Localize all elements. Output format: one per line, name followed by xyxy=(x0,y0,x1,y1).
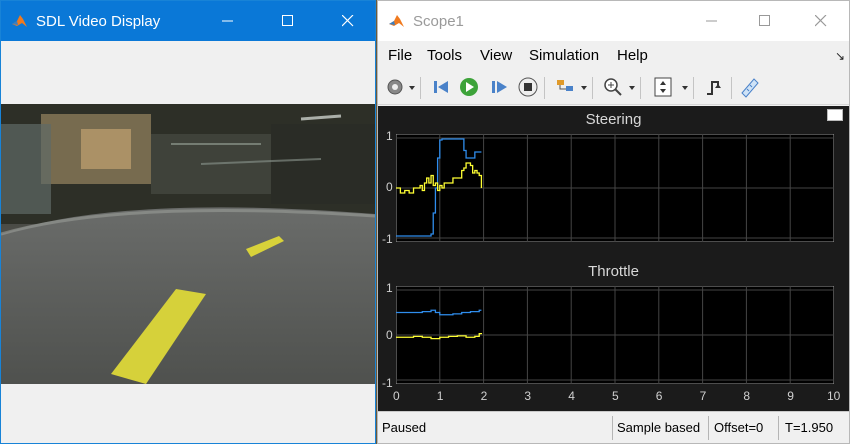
toolbar-separator xyxy=(731,77,732,99)
close-icon xyxy=(342,15,354,27)
steering-ytick-1: 1 xyxy=(386,129,393,143)
triggers-icon[interactable] xyxy=(703,76,725,98)
x-tick-label: 2 xyxy=(480,389,488,403)
x-tick-label: 3 xyxy=(524,389,532,403)
maximize-icon xyxy=(282,15,293,26)
steering-plot[interactable] xyxy=(396,134,834,242)
matlab-logo-icon xyxy=(389,15,404,27)
toolbar-separator xyxy=(640,77,641,99)
toolbar-separator xyxy=(592,77,593,99)
run-icon[interactable] xyxy=(458,76,480,98)
sdl-title-bar[interactable]: SDL Video Display xyxy=(1,1,375,41)
highlight-icon[interactable] xyxy=(554,76,576,98)
maximize-button[interactable] xyxy=(265,1,311,41)
throttle-plot[interactable] xyxy=(396,286,834,384)
menu-simulation[interactable]: Simulation xyxy=(529,47,599,64)
zoom-in-icon[interactable] xyxy=(602,76,624,98)
toolbar-separator xyxy=(420,77,421,99)
x-tick-label: 0 xyxy=(393,389,400,403)
step-forward-icon[interactable] xyxy=(488,76,510,98)
status-separator xyxy=(612,416,613,440)
menu-help[interactable]: Help xyxy=(617,47,648,64)
menu-tools[interactable]: Tools xyxy=(427,47,462,64)
x-tick-label: 10 xyxy=(827,389,841,403)
toolbar-separator xyxy=(693,77,694,99)
status-separator xyxy=(708,416,709,440)
chevron-down-icon[interactable] xyxy=(629,86,635,90)
x-tick-label: 6 xyxy=(655,389,663,403)
stop-icon[interactable] xyxy=(517,76,539,98)
close-button[interactable] xyxy=(325,1,371,41)
minimize-button[interactable] xyxy=(205,1,251,41)
menu-view[interactable]: View xyxy=(480,47,512,64)
scope-title-bar[interactable]: Scope1 xyxy=(378,1,849,41)
menu-file[interactable]: File xyxy=(388,47,412,64)
minimize-button[interactable] xyxy=(689,1,735,41)
steering-ytick-0: 0 xyxy=(386,180,393,194)
step-back-icon[interactable] xyxy=(430,76,452,98)
scope-window: Scope1 File Tools View Simulation Help ↘ xyxy=(377,0,850,444)
minimize-icon xyxy=(222,20,233,22)
dock-arrow-icon[interactable]: ↘ xyxy=(835,49,845,63)
chevron-down-icon[interactable] xyxy=(581,86,587,90)
maximize-icon xyxy=(759,15,770,26)
x-tick-label: 7 xyxy=(699,389,707,403)
status-bar: Paused Sample based Offset=0 T=1.950 xyxy=(378,411,849,443)
x-tick-label: 4 xyxy=(568,389,575,403)
status-separator xyxy=(778,416,779,440)
steering-ytick-neg1: -1 xyxy=(382,232,393,246)
video-frame xyxy=(1,104,375,384)
scope-window-title: Scope1 xyxy=(413,13,464,30)
status-state: Paused xyxy=(382,420,427,435)
chevron-down-icon[interactable] xyxy=(409,86,415,90)
maximize-button[interactable] xyxy=(742,1,788,41)
camera-image xyxy=(1,104,375,384)
status-mode: Sample based xyxy=(617,420,701,435)
menu-bar: File Tools View Simulation Help ↘ xyxy=(378,41,849,69)
x-tick-label: 1 xyxy=(436,389,444,403)
close-icon xyxy=(815,15,827,27)
throttle-ytick-1: 1 xyxy=(386,281,393,295)
sdl-window-title: SDL Video Display xyxy=(36,13,161,30)
x-tick-label: 8 xyxy=(743,389,751,403)
matlab-logo-icon xyxy=(12,15,27,27)
x-tick-label: 5 xyxy=(612,389,619,403)
close-button[interactable] xyxy=(798,1,844,41)
x-tick-label: 9 xyxy=(787,389,794,403)
toolbar-separator xyxy=(544,77,545,99)
gear-icon[interactable] xyxy=(384,76,406,98)
status-time: T=1.950 xyxy=(785,420,834,435)
scale-axes-icon[interactable] xyxy=(652,76,674,98)
throttle-ytick-0: 0 xyxy=(386,328,393,342)
measurements-icon[interactable] xyxy=(739,76,761,98)
status-offset: Offset=0 xyxy=(714,420,764,435)
plot-area: Steering 1 0 -1 Throttle 1 0 -1 0 1 2 3 4 5 6 7… xyxy=(378,106,849,411)
sdl-video-window: SDL Video Display xyxy=(0,0,376,444)
steering-axis-title: Steering xyxy=(585,111,642,128)
toolbar xyxy=(378,71,849,105)
minimize-icon xyxy=(706,20,717,22)
throttle-ytick-neg1: -1 xyxy=(382,376,393,390)
throttle-axis-title: Throttle xyxy=(588,263,639,280)
chevron-down-icon[interactable] xyxy=(682,86,688,90)
